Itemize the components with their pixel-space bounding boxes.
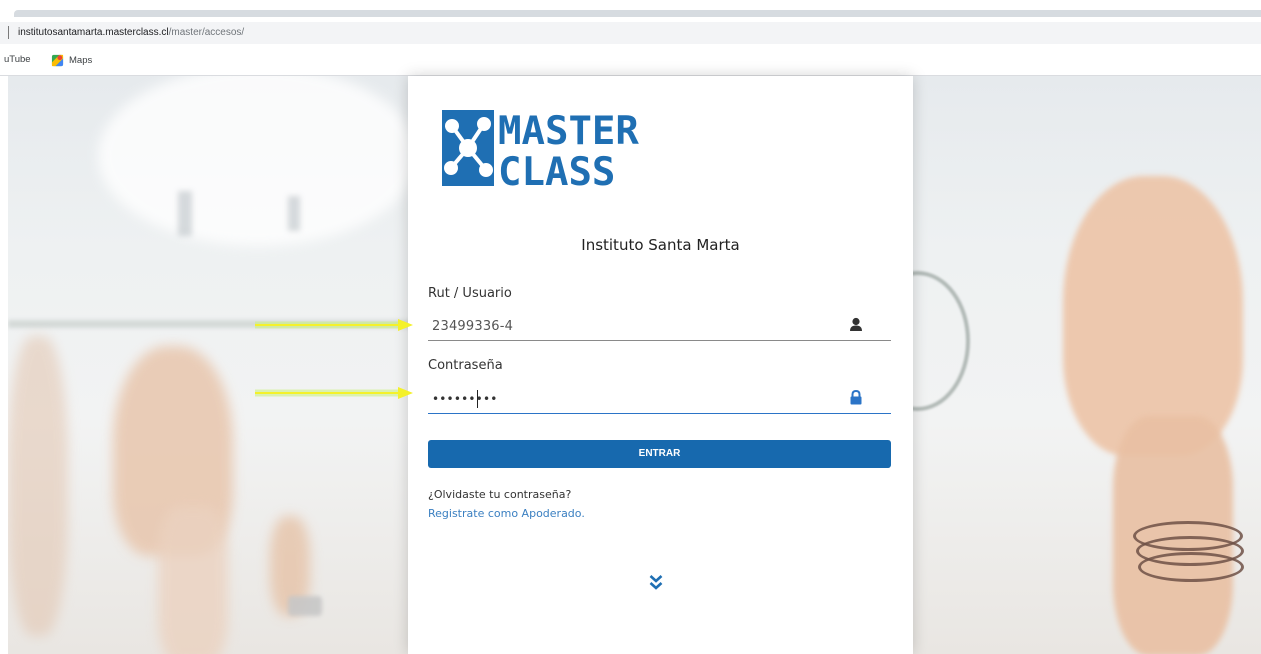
password-input[interactable] (432, 388, 822, 410)
bg-arm (158, 506, 228, 654)
bookmarks-bar: uTube Maps (0, 50, 1261, 70)
password-label: Contraseña (428, 358, 503, 373)
url-text[interactable]: institutosantamarta.masterclass.cl/maste… (18, 26, 244, 39)
bg-light (98, 76, 418, 246)
logo-line2: CLASS (498, 150, 615, 188)
institution-name: Instituto Santa Marta (581, 236, 740, 254)
bookmark-label: Maps (69, 54, 93, 66)
password-field[interactable] (428, 384, 891, 414)
bookmark-youtube[interactable]: uTube (4, 54, 31, 66)
annotation-arrow-icon (255, 387, 413, 399)
logo-line1: MASTER (498, 109, 639, 154)
double-chevron-down-icon[interactable] (649, 574, 663, 592)
url-host: institutosantamarta.masterclass.cl (18, 27, 169, 38)
google-maps-icon (51, 54, 64, 67)
bg-arm-edge (8, 336, 68, 636)
bookmark-maps[interactable]: Maps (51, 54, 92, 67)
tab-strip (14, 10, 1261, 17)
user-input[interactable] (432, 315, 822, 337)
user-label: Rut / Usuario (428, 286, 512, 301)
register-guardian-link[interactable]: Registrate como Apoderado. (428, 507, 585, 520)
text-caret (477, 390, 478, 408)
masterclass-logo: MASTER CLASS (442, 109, 639, 188)
enter-button[interactable]: ENTRAR (428, 440, 891, 468)
lock-icon (850, 390, 862, 405)
user-field[interactable] (428, 311, 891, 341)
bg-hand-right (1063, 176, 1243, 456)
bg-post (178, 191, 192, 236)
bg-post (288, 196, 300, 231)
bookmark-label: uTube (4, 54, 31, 65)
bg-watch (288, 596, 322, 616)
annotation-arrow-icon (255, 319, 413, 331)
bg-bracelet (1138, 552, 1244, 582)
address-bar-caret (8, 26, 9, 39)
url-path: /master/accesos/ (168, 27, 245, 38)
user-icon (850, 317, 862, 331)
forgot-password-link[interactable]: ¿Olvidaste tu contraseña? (428, 488, 571, 501)
